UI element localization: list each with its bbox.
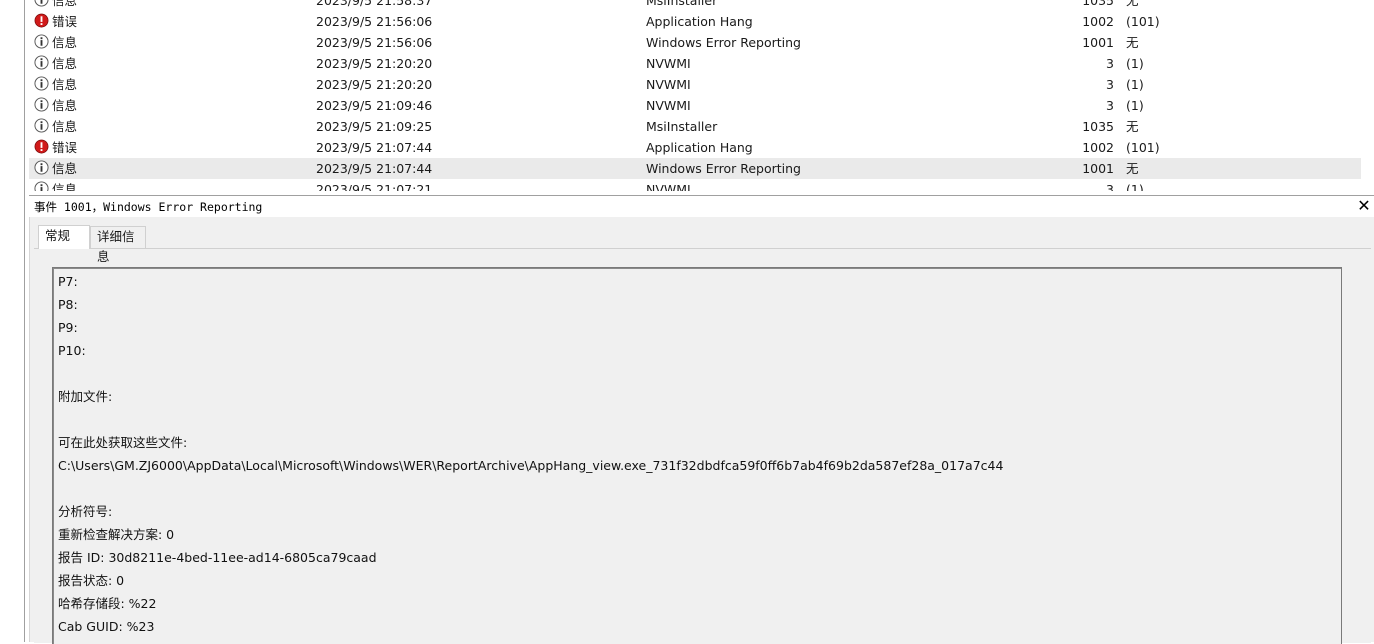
event-date: 2023/9/5 21:09:25: [316, 119, 433, 134]
description-line: C:\Users\GM.ZJ6000\AppData\Local\Microso…: [58, 458, 1004, 473]
info-icon: [34, 181, 49, 191]
table-row[interactable]: 信息 2023/9/5 21:58:37 MsiInstaller 1035 无: [29, 0, 1361, 11]
event-list: 信息 2023/9/5 21:58:37 MsiInstaller 1035 无错误 20…: [29, 0, 1374, 191]
info-icon: [34, 160, 49, 175]
event-task: (101): [1126, 140, 1160, 155]
event-id: 1001: [1082, 161, 1114, 176]
event-id: 1001: [1082, 35, 1114, 50]
event-description-box[interactable]: P7: P8: P9: P10: 附加文件: 可在此处获取这些文件: C:\Users\GM…: [52, 267, 1342, 644]
event-detail-pane: P7: P8: P9: P10: 附加文件: 可在此处获取这些文件: C:\Users\GM…: [29, 217, 1374, 644]
event-date: 2023/9/5 21:56:06: [316, 35, 433, 50]
description-line: P10:: [58, 343, 86, 358]
description-line: 分析符号:: [58, 504, 113, 519]
event-level: 信息: [52, 56, 78, 71]
description-line: 报告状态: 0: [58, 573, 125, 588]
description-line: 报告 ID: 30d8211e-4bed-11ee-ad14-6805ca79c…: [58, 550, 377, 565]
table-row[interactable]: 信息 2023/9/5 21:56:06 Windows Error Reporti…: [29, 32, 1361, 53]
info-icon: [34, 34, 49, 49]
event-source: Application Hang: [646, 140, 753, 155]
description-line: Cab GUID: %23: [58, 619, 155, 634]
event-level: 信息: [52, 35, 78, 50]
left-pane-edge: [0, 0, 25, 642]
tab-panel-general: P7: P8: P9: P10: 附加文件: 可在此处获取这些文件: C:\Users\GM…: [34, 248, 1371, 644]
info-icon: [34, 0, 49, 7]
event-source: NVWMI: [646, 98, 691, 113]
info-icon: [34, 97, 49, 112]
event-level: 信息: [52, 98, 78, 113]
event-id: 3: [1106, 182, 1114, 191]
error-icon: [34, 13, 49, 28]
event-task: (1): [1126, 98, 1144, 113]
table-row[interactable]: 信息 2023/9/5 21:20:20 NVWMI 3 (1): [29, 74, 1361, 95]
event-level: 错误: [52, 140, 78, 155]
event-source: MsiInstaller: [646, 119, 718, 134]
event-level: 信息: [52, 119, 78, 134]
tab-general[interactable]: 常规: [38, 225, 90, 249]
event-date: 2023/9/5 21:56:06: [316, 14, 433, 29]
event-level: 信息: [52, 0, 78, 8]
event-id: 3: [1106, 98, 1114, 113]
event-level: 信息: [52, 77, 78, 92]
description-line: P7:: [58, 274, 78, 289]
event-date: 2023/9/5 21:07:21: [316, 182, 433, 191]
event-task: (101): [1126, 14, 1160, 29]
event-source: Windows Error Reporting: [646, 161, 801, 176]
table-row[interactable]: 错误 2023/9/5 21:56:06 Application Hang 1002 (…: [29, 11, 1361, 32]
event-task: 无: [1126, 161, 1139, 176]
event-id: 1035: [1082, 119, 1114, 134]
info-icon: [34, 118, 49, 133]
table-row[interactable]: 信息 2023/9/5 21:07:21 NVWMI 3 (1): [29, 179, 1361, 191]
description-line: 哈希存储段: %22: [58, 596, 157, 611]
event-date: 2023/9/5 21:20:20: [316, 56, 433, 71]
event-id: 1002: [1082, 14, 1114, 29]
event-source: MsiInstaller: [646, 0, 718, 8]
table-row[interactable]: 信息 2023/9/5 21:07:44 Windows Error Reporti…: [29, 158, 1361, 179]
event-date: 2023/9/5 21:58:37: [316, 0, 433, 8]
table-row[interactable]: 错误 2023/9/5 21:07:44 Application Hang 1002 (…: [29, 137, 1361, 158]
event-source: NVWMI: [646, 182, 691, 191]
event-detail-title: 事件 1001，Windows Error Reporting: [34, 200, 263, 214]
event-date: 2023/9/5 21:07:44: [316, 140, 433, 155]
event-level: 信息: [52, 182, 78, 191]
event-task: 无: [1126, 119, 1139, 134]
event-task: (1): [1126, 182, 1144, 191]
event-task: (1): [1126, 56, 1144, 71]
table-row[interactable]: 信息 2023/9/5 21:09:25 MsiInstaller 1035 无: [29, 116, 1361, 137]
event-level: 信息: [52, 161, 78, 176]
event-date: 2023/9/5 21:20:20: [316, 77, 433, 92]
info-icon: [34, 55, 49, 70]
event-source: NVWMI: [646, 77, 691, 92]
table-row[interactable]: 信息 2023/9/5 21:20:20 NVWMI 3 (1): [29, 53, 1361, 74]
description-line: 附加文件:: [58, 389, 113, 404]
event-date: 2023/9/5 21:09:46: [316, 98, 433, 113]
table-row[interactable]: 信息 2023/9/5 21:09:46 NVWMI 3 (1): [29, 95, 1361, 116]
event-source: Windows Error Reporting: [646, 35, 801, 50]
error-icon: [34, 139, 49, 154]
event-level: 错误: [52, 14, 78, 29]
event-date: 2023/9/5 21:07:44: [316, 161, 433, 176]
event-task: 无: [1126, 0, 1139, 8]
close-icon[interactable]: ✕: [1356, 196, 1372, 216]
event-source: NVWMI: [646, 56, 691, 71]
event-task: 无: [1126, 35, 1139, 50]
description-line: 可在此处获取这些文件:: [58, 435, 188, 450]
info-icon: [34, 76, 49, 91]
description-line: P9:: [58, 320, 78, 335]
event-id: 1035: [1082, 0, 1114, 8]
event-source: Application Hang: [646, 14, 753, 29]
event-id: 3: [1106, 77, 1114, 92]
event-id: 1002: [1082, 140, 1114, 155]
event-detail-header: 事件 1001，Windows Error Reporting ✕: [29, 195, 1374, 217]
tab-details[interactable]: 详细信息: [90, 226, 146, 264]
event-task: (1): [1126, 77, 1144, 92]
description-line: P8:: [58, 297, 78, 312]
description-line: 重新检查解决方案: 0: [58, 527, 175, 542]
event-id: 3: [1106, 56, 1114, 71]
